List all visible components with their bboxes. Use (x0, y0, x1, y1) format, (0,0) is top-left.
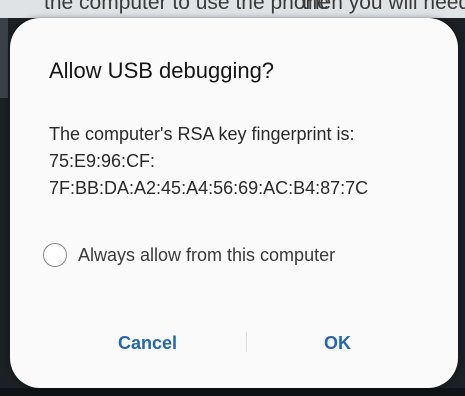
ok-button[interactable]: OK (245, 323, 430, 363)
dialog-title: Allow USB debugging? (49, 58, 275, 83)
fingerprint-line-1: 75:E9:96:CF: (49, 151, 156, 171)
cancel-button[interactable]: Cancel (50, 323, 245, 363)
background-bottom (0, 388, 465, 396)
fingerprint-intro-text: The computer's RSA key fingerprint is: (49, 124, 355, 144)
dialog-message: The computer's RSA key fingerprint is: 7… (49, 121, 368, 202)
background-text-left: the computer to use the phone (44, 0, 329, 14)
background-edge (0, 18, 8, 98)
background-text-right: then you will need to set (302, 0, 465, 14)
always-allow-label[interactable]: Always allow from this computer (78, 245, 335, 266)
always-allow-option[interactable]: Always allow from this computer (43, 240, 335, 270)
fingerprint-line-2: 7F:BB:DA:A2:45:A4:56:69:AC:B4:87:7C (49, 178, 369, 198)
always-allow-checkbox[interactable] (43, 243, 67, 267)
background-page-strip: the computer to use the phone then you w… (0, 0, 465, 18)
usb-debugging-dialog: Allow USB debugging? The computer's RSA … (10, 18, 458, 388)
screen: the computer to use the phone then you w… (0, 0, 465, 396)
